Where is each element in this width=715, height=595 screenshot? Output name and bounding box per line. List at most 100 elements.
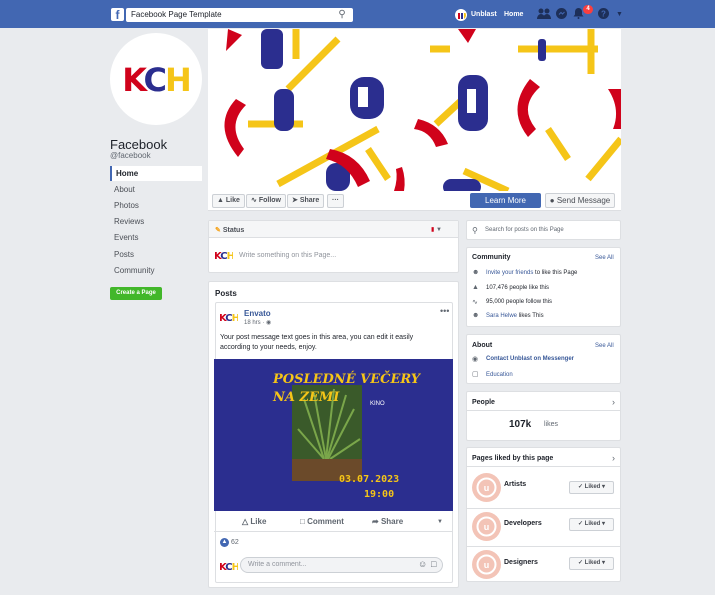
composer-avatar: KCH: [214, 248, 236, 262]
share-page-button[interactable]: ➤ Share: [287, 194, 325, 208]
post-audience-chevron-icon[interactable]: ▼: [437, 519, 443, 525]
nav-photos[interactable]: Photos: [110, 198, 202, 213]
follows-count-text: 95,000 people follow this: [486, 299, 553, 305]
page-handle: @facebook: [110, 151, 151, 160]
status-input[interactable]: Write something on this Page...: [239, 252, 336, 259]
people-card: People › 107k likes: [466, 391, 621, 441]
nav-home[interactable]: Home: [110, 166, 202, 181]
community-see-all-link[interactable]: See All: [595, 255, 614, 261]
friend-name-link[interactable]: Sara Helwe: [486, 313, 517, 319]
sticker-icon[interactable]: □: [431, 559, 436, 569]
nav-community[interactable]: Community: [110, 263, 202, 278]
share-label: Share: [299, 197, 320, 204]
posts-title: Posts: [215, 289, 237, 298]
liked-button[interactable]: ✓ Liked ▾: [569, 557, 614, 570]
create-page-button[interactable]: Create a Page: [110, 287, 162, 300]
post-author-avatar[interactable]: KCH: [219, 310, 241, 324]
post-timestamp[interactable]: 18 hrs · ◉: [244, 319, 271, 326]
pencil-icon: ✎: [215, 227, 221, 234]
page-search-box[interactable]: ⚲ Search for posts on this Page: [466, 220, 621, 240]
poster-time: 19:00: [364, 489, 395, 500]
post-comment-label: Comment: [307, 517, 344, 526]
liked-button[interactable]: ✓ Liked ▾: [569, 481, 614, 494]
post-like-button[interactable]: △ Like: [242, 517, 266, 526]
people-likes-count: 107k: [509, 419, 532, 430]
commenter-avatar: KCH: [219, 559, 241, 573]
status-options-icon[interactable]: ▮ ▼: [431, 226, 442, 233]
divider: [466, 546, 621, 547]
like-reaction-icon[interactable]: ▲: [220, 538, 229, 547]
invite-friends-link[interactable]: Invite your friends: [486, 270, 533, 276]
reaction-count[interactable]: 62: [231, 539, 239, 546]
comment-bubble-icon: □: [300, 517, 305, 526]
category-link[interactable]: Education: [486, 372, 513, 378]
poster-title-line-2: NA ZEMI: [273, 390, 340, 405]
friend-likes-text: likes This: [517, 313, 544, 319]
globe-icon: ◉: [266, 320, 272, 326]
post-options-icon[interactable]: •••: [440, 306, 449, 316]
nav-posts[interactable]: Posts: [110, 247, 202, 262]
facebook-logo-icon[interactable]: f: [111, 8, 124, 22]
user-avatar[interactable]: [455, 9, 467, 21]
messenger-icon[interactable]: [556, 8, 567, 22]
pages-liked-title[interactable]: Pages liked by this page: [472, 455, 553, 462]
poster-kino: KINO: [370, 401, 385, 407]
help-icon[interactable]: ?: [598, 8, 609, 22]
page-avatar-artists[interactable]: u: [472, 473, 501, 502]
cover-photo[interactable]: [208, 29, 621, 191]
liked-page-name[interactable]: Artists: [504, 481, 526, 488]
page-avatar-developers[interactable]: u: [472, 512, 501, 541]
nav-about[interactable]: About: [110, 182, 202, 197]
search-icon[interactable]: ⚲: [336, 9, 348, 21]
page-profile-picture[interactable]: KCH: [110, 33, 202, 125]
search-input[interactable]: Facebook Page Template: [126, 8, 353, 22]
post-like-label: Like: [250, 517, 267, 526]
divider: [466, 508, 621, 509]
post-message: Your post message text goes in this area…: [220, 334, 414, 351]
account-menu-chevron-icon[interactable]: ▼: [616, 11, 623, 18]
follow-page-button[interactable]: ∿ Follow: [246, 194, 286, 208]
comment-placeholder: Write a comment...: [248, 561, 307, 568]
about-title: About: [472, 342, 493, 349]
nav-events[interactable]: Events: [110, 230, 202, 245]
send-message-button[interactable]: ● Send Message: [545, 193, 615, 208]
like-page-button[interactable]: ▲ Like: [212, 194, 245, 208]
home-link[interactable]: Home: [504, 11, 523, 18]
status-title: Status: [222, 227, 245, 234]
status-tab[interactable]: ✎ Status: [215, 226, 244, 234]
check-icon: ✓: [577, 560, 583, 566]
contact-messenger-link[interactable]: Contact Unblast on Messenger: [486, 356, 574, 362]
liked-label: Liked: [584, 484, 601, 490]
liked-label: Liked: [584, 521, 601, 527]
svg-text:KCH: KCH: [215, 251, 233, 262]
user-name-link[interactable]: Unblast: [471, 11, 497, 18]
liked-button[interactable]: ✓ Liked ▾: [569, 518, 614, 531]
svg-text:u: u: [484, 522, 490, 532]
rss-icon: ∿: [472, 299, 478, 306]
svg-text:u: u: [484, 483, 490, 493]
search-icon: ⚲: [472, 226, 478, 235]
chevron-right-icon[interactable]: ›: [612, 397, 615, 407]
check-icon: ✓: [577, 484, 583, 490]
svg-text:KCH: KCH: [220, 313, 238, 324]
like-label: Like: [225, 197, 240, 204]
about-see-all-link[interactable]: See All: [595, 343, 614, 349]
page-search-placeholder: Search for posts on this Page: [485, 227, 564, 233]
page-avatar-designers[interactable]: u: [472, 550, 501, 579]
post-comment-button[interactable]: □ Comment: [300, 517, 344, 526]
people-title[interactable]: People: [472, 399, 495, 406]
friend-requests-icon[interactable]: [537, 8, 551, 22]
learn-more-button[interactable]: Learn More: [470, 193, 541, 208]
page-name: Facebook: [110, 137, 168, 152]
post-time: 18 hrs ·: [244, 320, 265, 326]
post-share-button[interactable]: ➦ Share: [372, 517, 403, 526]
notification-badge: 4: [583, 5, 593, 14]
follow-label: Follow: [258, 197, 281, 204]
post-author-name[interactable]: Envato: [244, 309, 271, 318]
more-options-button[interactable]: ···: [327, 194, 344, 208]
chevron-right-icon[interactable]: ›: [612, 453, 615, 463]
emoji-icon[interactable]: ☺: [418, 559, 427, 569]
nav-reviews[interactable]: Reviews: [110, 214, 202, 229]
liked-page-name[interactable]: Developers: [504, 520, 542, 527]
liked-page-name[interactable]: Designers: [504, 559, 538, 566]
